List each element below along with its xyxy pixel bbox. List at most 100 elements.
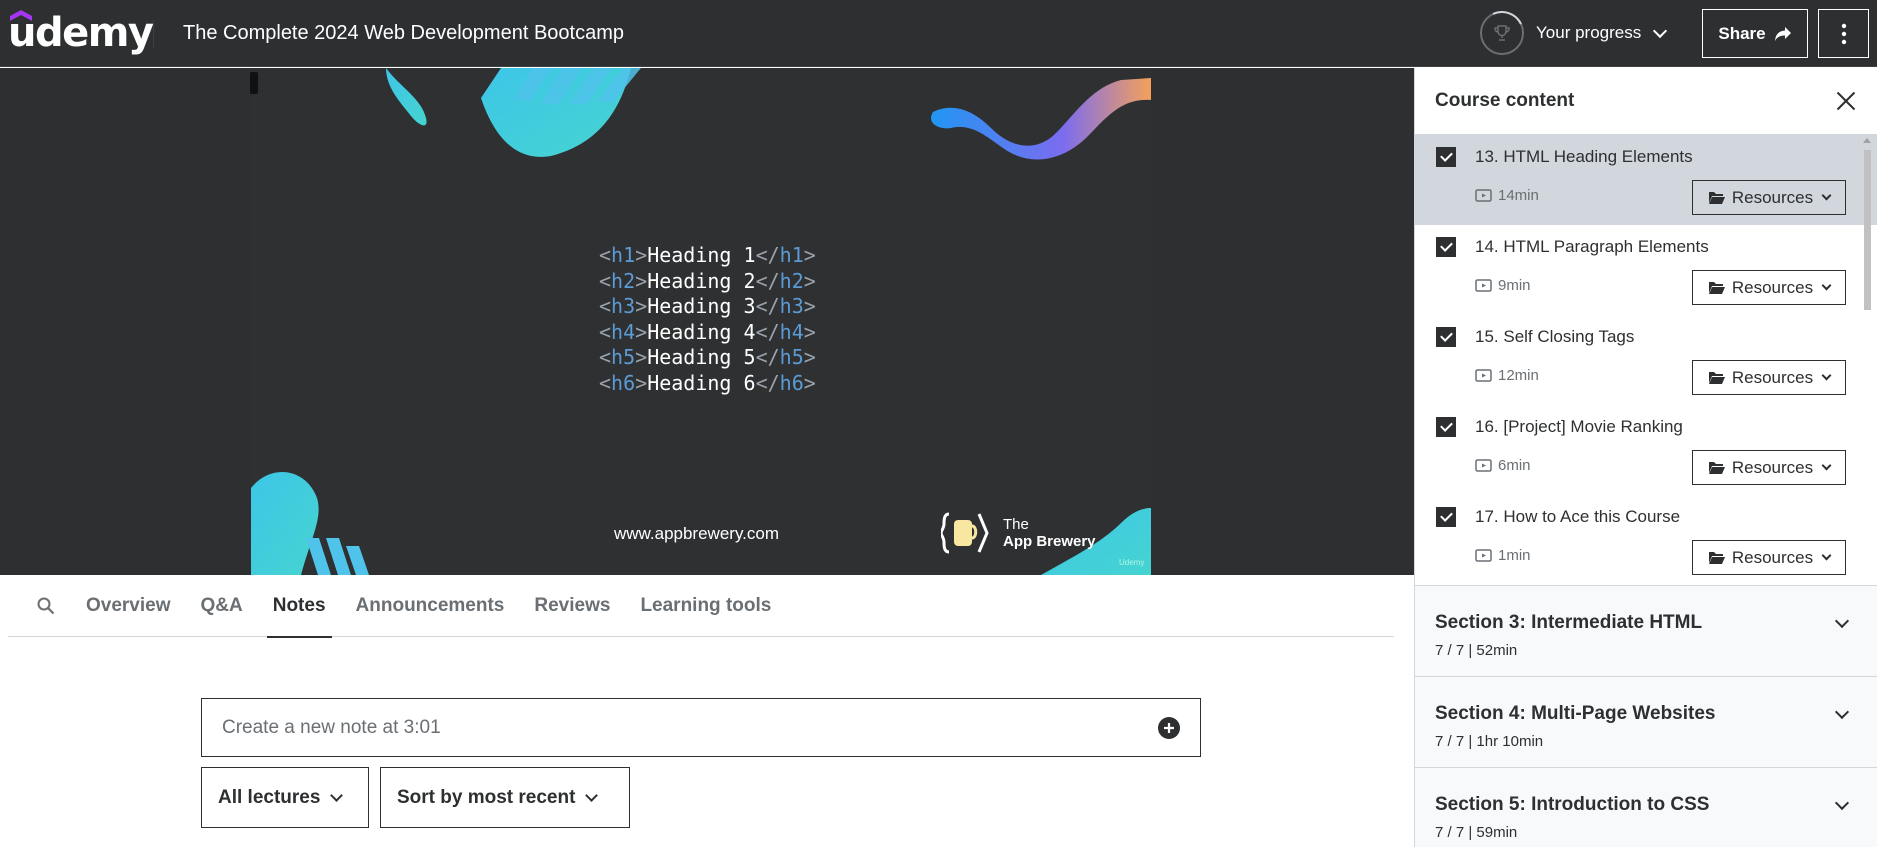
chevron-down-icon	[330, 788, 344, 802]
lecture-duration: 12min	[1498, 367, 1539, 384]
completed-checkbox[interactable]	[1436, 147, 1456, 167]
corner-watermark: Udemy	[1119, 558, 1145, 567]
chevron-down-icon	[1834, 795, 1850, 811]
completed-checkbox[interactable]	[1436, 237, 1456, 257]
lecture-meta: 12min	[1475, 367, 1539, 384]
folder-open-icon	[1708, 372, 1725, 384]
video-icon	[1475, 368, 1492, 382]
sidebar-scrollbar-thumb[interactable]	[1864, 150, 1871, 310]
lecture-meta: 6min	[1475, 457, 1531, 474]
lecture-meta: 9min	[1475, 277, 1531, 294]
share-arrow-icon	[1774, 26, 1791, 41]
lecture-item[interactable]: 16. [Project] Movie Ranking 6min Resourc…	[1415, 405, 1877, 495]
video-icon	[1475, 278, 1492, 292]
lecture-duration: 14min	[1498, 187, 1539, 204]
section-meta: 7 / 7 | 52min	[1435, 642, 1518, 659]
resources-label: Resources	[1731, 547, 1814, 567]
tab-overview[interactable]: Overview	[80, 576, 177, 637]
top-header: udemy The Complete 2024 Web Development …	[0, 0, 1877, 67]
resources-button[interactable]: Resources	[1692, 360, 1846, 395]
video-player[interactable]: <h1>Heading 1</h1> <h2>Heading 2</h2> <h…	[0, 68, 1414, 575]
chevron-down-icon	[1834, 704, 1850, 720]
app-brewery-logo: The App Brewery	[941, 510, 1096, 556]
lecture-title: 17. How to Ace this Course	[1475, 507, 1681, 526]
lecture-item[interactable]: 15. Self Closing Tags 12min Resources	[1415, 315, 1877, 405]
sidebar-header: Course content	[1415, 68, 1877, 135]
site-url: www.appbrewery.com	[614, 524, 780, 543]
lecture-item[interactable]: 17. How to Ace this Course 1min Resource…	[1415, 495, 1877, 585]
chevron-down-icon	[1821, 550, 1832, 561]
tab-learning-tools[interactable]: Learning tools	[634, 576, 777, 637]
folder-open-icon	[1708, 552, 1725, 564]
code-line: <h2>Heading 2</h2>	[599, 268, 816, 293]
lecture-title: 16. [Project] Movie Ranking	[1475, 417, 1683, 436]
lecture-meta: 1min	[1475, 547, 1531, 564]
lecture-item[interactable]: 14. HTML Paragraph Elements 9min Resourc…	[1415, 225, 1877, 315]
lecture-title: 14. HTML Paragraph Elements	[1475, 237, 1709, 256]
chevron-down-icon	[1834, 613, 1850, 629]
brand-name: The App Brewery	[1003, 516, 1096, 550]
completed-checkbox[interactable]	[1436, 507, 1456, 527]
chevron-down-icon	[1821, 370, 1832, 381]
tab-reviews[interactable]: Reviews	[528, 576, 616, 637]
code-line: <h4>Heading 4</h4>	[599, 319, 816, 344]
section-title: Section 4: Multi-Page Websites	[1435, 703, 1716, 724]
progress-dropdown[interactable]: Your progress	[1473, 4, 1668, 62]
lecture-meta: 14min	[1475, 187, 1539, 204]
resources-button[interactable]: Resources	[1692, 270, 1846, 305]
new-note-placeholder: Create a new note at 3:01	[222, 716, 441, 738]
video-icon	[1475, 188, 1492, 202]
folder-open-icon	[1708, 462, 1725, 474]
lecture-duration: 6min	[1498, 457, 1531, 474]
close-icon[interactable]	[1835, 90, 1857, 112]
resources-button[interactable]: Resources	[1692, 180, 1846, 215]
more-vertical-icon	[1841, 23, 1846, 44]
resources-label: Resources	[1731, 457, 1814, 477]
chevron-down-icon	[1653, 23, 1668, 39]
lecture-title: 13. HTML Heading Elements	[1475, 147, 1693, 166]
resources-label: Resources	[1731, 187, 1814, 207]
search-icon	[37, 597, 55, 615]
lecture-item[interactable]: 13. HTML Heading Elements 14min Resource…	[1415, 135, 1877, 225]
completed-checkbox[interactable]	[1436, 327, 1456, 347]
resources-button[interactable]: Resources	[1692, 540, 1846, 575]
sort-dropdown[interactable]: Sort by most recent	[380, 767, 630, 828]
chevron-down-icon	[585, 788, 599, 802]
section-header[interactable]: Section 3: Intermediate HTML 7 / 7 | 52m…	[1415, 585, 1877, 676]
search-tab[interactable]	[22, 576, 70, 637]
more-options-button[interactable]	[1818, 9, 1869, 58]
progress-ring	[1473, 4, 1531, 62]
lecture-slide: <h1>Heading 1</h1> <h2>Heading 2</h2> <h…	[251, 68, 1151, 575]
brewery-mug-icon	[941, 512, 989, 554]
code-line: <h5>Heading 5</h5>	[599, 345, 816, 369]
all-lectures-label: All lectures	[218, 786, 321, 808]
all-lectures-dropdown[interactable]: All lectures	[201, 767, 369, 828]
tab-qa[interactable]: Q&A	[195, 576, 249, 637]
video-icon	[1475, 458, 1492, 472]
course-content-sidebar: Course content 13. HTML Heading Elements…	[1414, 68, 1877, 847]
section-header[interactable]: Section 5: Introduction to CSS 7 / 7 | 5…	[1415, 767, 1877, 847]
resources-label: Resources	[1731, 277, 1814, 297]
share-button[interactable]: Share	[1702, 9, 1808, 58]
new-note-input[interactable]: Create a new note at 3:01	[201, 698, 1201, 757]
scroll-up-arrow[interactable]	[1863, 138, 1871, 143]
code-line: <h3>Heading 3</h3>	[599, 294, 816, 318]
sidebar-title: Course content	[1435, 90, 1575, 111]
tab-notes[interactable]: Notes	[266, 576, 332, 638]
progress-label: Your progress	[1536, 23, 1642, 42]
logo-cap-icon	[10, 10, 32, 21]
course-title[interactable]: The Complete 2024 Web Development Bootca…	[183, 22, 624, 45]
lecture-title: 15. Self Closing Tags	[1475, 327, 1635, 346]
sort-label: Sort by most recent	[397, 786, 576, 808]
section-title: Section 5: Introduction to CSS	[1435, 794, 1710, 815]
lecture-tabs: Overview Q&A Notes Announcements Reviews…	[8, 576, 1394, 638]
section-header[interactable]: Section 4: Multi-Page Websites 7 / 7 | 1…	[1415, 676, 1877, 767]
completed-checkbox[interactable]	[1436, 417, 1456, 437]
udemy-logo[interactable]: udemy	[8, 10, 154, 56]
code-sample: <h1>Heading 1</h1> <h2>Heading 2</h2> <h…	[599, 243, 816, 396]
resources-button[interactable]: Resources	[1692, 450, 1846, 485]
folder-open-icon	[1708, 192, 1725, 204]
tab-announcements[interactable]: Announcements	[350, 576, 511, 637]
share-label: Share	[1718, 23, 1766, 43]
add-note-icon[interactable]	[1158, 716, 1180, 739]
